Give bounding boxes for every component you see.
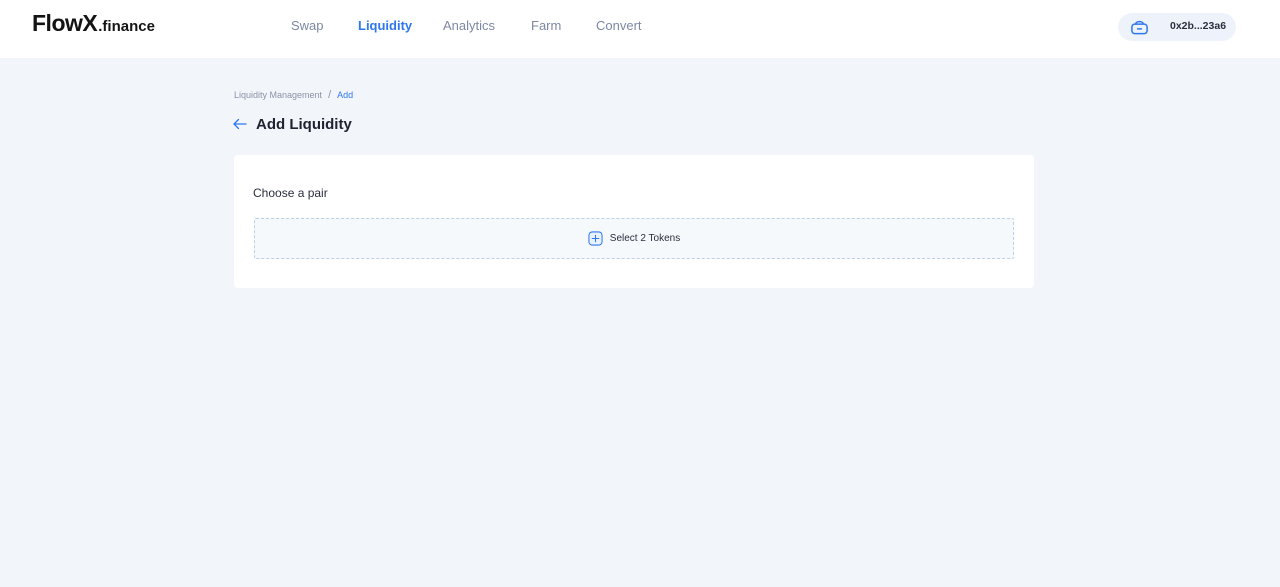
breadcrumb-liquidity-management[interactable]: Liquidity Management [234,90,322,100]
select-tokens-button[interactable]: Select 2 Tokens [254,218,1014,259]
page-title: Add Liquidity [256,115,352,133]
logo-sub-text: .finance [98,18,155,35]
page-title-row: Add Liquidity [232,114,352,134]
plus-square-icon [588,231,603,246]
add-liquidity-card: Choose a pair Select 2 Tokens [234,155,1034,288]
select-tokens-label: Select 2 Tokens [609,233,681,244]
top-header: FlowX .finance Swap Liquidity Analytics … [0,0,1280,58]
wallet-bag-icon [1131,20,1148,35]
logo-main-text: FlowX [32,10,98,36]
arrow-left-icon[interactable] [232,116,248,132]
logo[interactable]: FlowX .finance [32,10,155,40]
nav-analytics[interactable]: Analytics [443,18,495,33]
wallet-button[interactable]: 0x2b...23a6 [1118,13,1236,41]
breadcrumb-separator: / [328,89,332,101]
breadcrumb-add: Add [337,90,354,100]
nav-farm[interactable]: Farm [531,18,561,33]
nav-liquidity[interactable]: Liquidity [358,18,412,33]
nav-convert[interactable]: Convert [596,18,642,33]
wallet-address: 0x2b...23a6 [1170,20,1227,32]
breadcrumb: Liquidity Management / Add [234,89,353,101]
choose-pair-label: Choose a pair [253,186,328,200]
nav-swap[interactable]: Swap [291,18,324,33]
